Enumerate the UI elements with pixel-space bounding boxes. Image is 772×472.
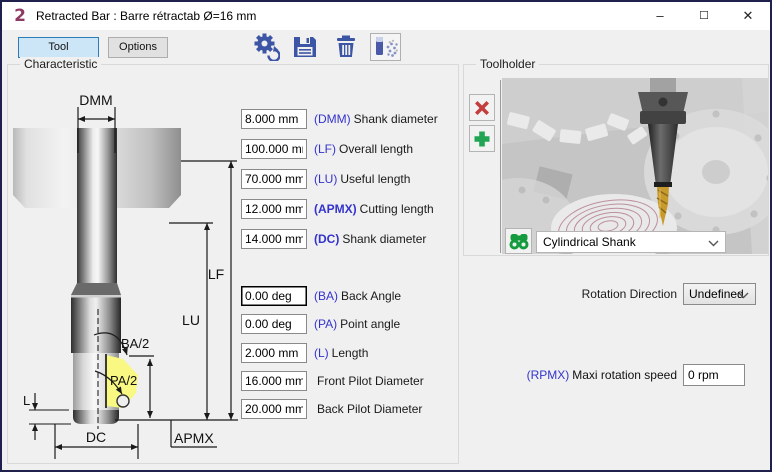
param-code: (L) (314, 346, 329, 360)
field-row-back-pilot: Back Pilot Diameter (8, 399, 460, 420)
param-code: (APMX) (314, 202, 357, 216)
add-toolholder-button[interactable] (469, 125, 495, 152)
gear-refresh-icon[interactable] (252, 33, 280, 61)
param-label: Cutting length (360, 202, 434, 216)
tab-tool[interactable]: Tool (18, 37, 99, 58)
rpmx-label: Maxi rotation speed (572, 368, 677, 382)
dim-label-dmm: DMM (79, 92, 112, 108)
field-row-dmm: (DMM)Shank diameter (8, 109, 460, 130)
field-row-front-pilot: Front Pilot Diameter (8, 371, 460, 392)
toolholder-group: Toolholder (463, 64, 769, 256)
cutting-length-input[interactable] (241, 199, 307, 219)
browse-toolholder-button[interactable] (505, 228, 532, 254)
window-title: Retracted Bar : Barre rétractab Ø=16 mm (36, 2, 256, 30)
param-code: (LF) (314, 142, 336, 156)
rpmx-code: (RPMX) (527, 368, 570, 382)
red-x-icon (472, 98, 492, 118)
delete-toolholder-button[interactable] (469, 94, 495, 121)
field-row-ba: (BA)Back Angle (8, 286, 460, 307)
toolbar: Tool Options (2, 30, 770, 64)
binoculars-icon (508, 231, 530, 251)
param-code: (PA) (314, 317, 337, 331)
point-angle-input[interactable] (241, 314, 307, 334)
tool-particles-icon[interactable] (370, 33, 401, 61)
characteristic-group: Characteristic (7, 64, 459, 464)
save-icon[interactable] (291, 33, 319, 61)
shank-type-value: Cylindrical Shank (543, 235, 636, 249)
rotation-direction-dropdown[interactable]: Undefined (683, 283, 756, 305)
chevron-down-icon (738, 292, 749, 299)
param-label: Length (332, 346, 369, 360)
max-rotation-speed-input[interactable] (683, 364, 745, 386)
param-label: Overall length (339, 142, 413, 156)
toolholder-separator (500, 80, 501, 253)
param-code: (BA) (314, 289, 338, 303)
back-pilot-diameter-input[interactable] (241, 399, 307, 419)
shank-diameter-dc-input[interactable] (241, 229, 307, 249)
param-label: Front Pilot Diameter (317, 374, 424, 388)
green-plus-icon (472, 129, 492, 149)
field-row-dc: (DC)Shank diameter (8, 229, 460, 250)
characteristic-group-title: Characteristic (20, 57, 101, 71)
param-label: Useful length (340, 172, 410, 186)
param-code: (DMM) (314, 112, 351, 126)
param-code: (DC) (314, 232, 339, 246)
dim-label-apmx: APMX (174, 430, 214, 446)
field-row-apmx: (APMX)Cutting length (8, 199, 460, 220)
dim-label-lf: LF (208, 266, 224, 282)
title-bar: 2 Retracted Bar : Barre rétractab Ø=16 m… (2, 2, 770, 30)
app-logo-icon: 2 (11, 7, 29, 25)
close-button[interactable]: ✕ (726, 2, 770, 30)
field-row-pa: (PA)Point angle (8, 314, 460, 335)
param-label: Back Pilot Diameter (317, 402, 422, 416)
param-label: Shank diameter (342, 232, 426, 246)
param-label: Point angle (340, 317, 400, 331)
delete-icon[interactable] (332, 33, 360, 61)
tab-options[interactable]: Options (108, 37, 168, 58)
field-row-lf: (LF)Overall length (8, 139, 460, 160)
field-row-l: (L)Length (8, 343, 460, 364)
rotation-direction-value: Undefined (689, 287, 744, 301)
useful-length-input[interactable] (241, 169, 307, 189)
back-angle-input[interactable] (241, 286, 307, 306)
length-input[interactable] (241, 343, 307, 363)
toolholder-preview-image (502, 78, 768, 254)
maximize-button[interactable]: ☐ (682, 2, 726, 30)
shank-type-dropdown[interactable]: Cylindrical Shank (536, 231, 726, 253)
minimize-button[interactable]: – (638, 2, 682, 30)
dim-label-dc: DC (86, 429, 106, 445)
param-label: Shank diameter (354, 112, 438, 126)
toolholder-group-title: Toolholder (476, 57, 539, 71)
tool-definition-dialog: 2 Retracted Bar : Barre rétractab Ø=16 m… (0, 0, 772, 472)
chevron-down-icon (708, 240, 719, 247)
param-label: Back Angle (341, 289, 401, 303)
field-row-lu: (LU)Useful length (8, 169, 460, 190)
param-code: (LU) (314, 172, 337, 186)
rotation-direction-label: Rotation Direction (472, 287, 677, 301)
front-pilot-diameter-input[interactable] (241, 371, 307, 391)
overall-length-input[interactable] (241, 139, 307, 159)
shank-diameter-dmm-input[interactable] (241, 109, 307, 129)
